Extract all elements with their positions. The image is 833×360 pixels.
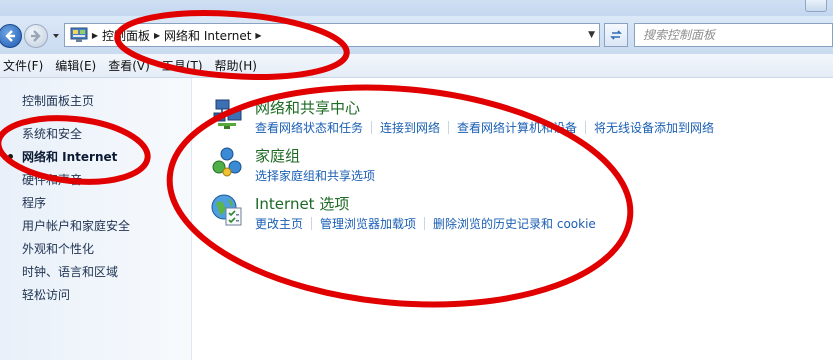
address-bar[interactable]: ▶ 控制面板 ▶ 网络和 Internet ▶ ▼ xyxy=(64,23,600,47)
refresh-button[interactable] xyxy=(604,23,628,47)
sidebar: 控制面板主页 系统和安全 网络和 Internet 硬件和声音 程序 用户帐户和… xyxy=(0,78,192,360)
link-manage-addons[interactable]: 管理浏览器加载项 xyxy=(320,215,416,232)
link-view-network-status[interactable]: 查看网络状态和任务 xyxy=(255,119,363,136)
address-dropdown-icon[interactable]: ▼ xyxy=(588,30,595,40)
link-delete-browsing-history[interactable]: 删除浏览的历史记录和 cookie xyxy=(433,215,596,232)
sidebar-item-network-internet[interactable]: 网络和 Internet xyxy=(22,148,117,165)
back-button[interactable] xyxy=(0,24,22,48)
back-arrow-icon xyxy=(5,30,15,42)
menu-view[interactable]: 查看(V) xyxy=(102,57,156,74)
breadcrumb-separator-icon[interactable]: ▶ xyxy=(150,31,164,40)
homegroup-icon xyxy=(212,147,242,177)
link-change-homepage[interactable]: 更改主页 xyxy=(255,215,303,232)
search-input[interactable] xyxy=(643,28,823,42)
link-divider xyxy=(424,217,426,230)
forward-button[interactable] xyxy=(24,24,48,48)
link-divider xyxy=(371,121,373,134)
link-divider xyxy=(311,217,313,230)
category-title-internet-options[interactable]: Internet 选项 xyxy=(255,193,349,214)
category-links: 查看网络状态和任务 连接到网络 查看网络计算机和设备 将无线设备添加到网络 xyxy=(255,119,714,136)
link-view-network-computers[interactable]: 查看网络计算机和设备 xyxy=(457,119,577,136)
category-title-network-sharing[interactable]: 网络和共享中心 xyxy=(255,97,360,118)
refresh-icon xyxy=(610,30,622,40)
navigation-bar: ▶ 控制面板 ▶ 网络和 Internet ▶ ▼ xyxy=(0,16,833,54)
category-title-homegroup[interactable]: 家庭组 xyxy=(255,145,300,166)
sidebar-item-appearance[interactable]: 外观和个性化 xyxy=(22,240,94,257)
menu-help[interactable]: 帮助(H) xyxy=(209,57,263,74)
menu-file[interactable]: 文件(F) xyxy=(0,57,49,74)
link-connect-to-network[interactable]: 连接到网络 xyxy=(380,119,440,136)
active-bullet-icon xyxy=(8,154,13,159)
sidebar-item-clock-language-region[interactable]: 时钟、语言和区域 xyxy=(22,263,118,280)
network-sharing-center-icon xyxy=(213,99,242,129)
sidebar-item-programs[interactable]: 程序 xyxy=(22,194,46,211)
link-add-wireless-device[interactable]: 将无线设备添加到网络 xyxy=(594,119,714,136)
link-divider xyxy=(448,121,450,134)
search-box[interactable] xyxy=(634,23,833,47)
category-links: 选择家庭组和共享选项 xyxy=(255,167,375,184)
menu-tools[interactable]: 工具(T) xyxy=(156,57,209,74)
sidebar-item-system-security[interactable]: 系统和安全 xyxy=(22,125,82,142)
sidebar-item-user-accounts[interactable]: 用户帐户和家庭安全 xyxy=(22,217,130,234)
breadcrumb-separator-icon[interactable]: ▶ xyxy=(88,31,102,40)
close-button[interactable] xyxy=(805,0,827,12)
link-divider xyxy=(585,121,587,134)
breadcrumb-network-internet[interactable]: 网络和 Internet xyxy=(164,27,251,44)
forward-arrow-icon xyxy=(31,30,41,42)
window-title-strip xyxy=(0,0,833,16)
breadcrumb-separator-icon[interactable]: ▶ xyxy=(251,31,265,40)
breadcrumb-control-panel[interactable]: 控制面板 xyxy=(102,27,150,44)
link-homegroup-options[interactable]: 选择家庭组和共享选项 xyxy=(255,167,375,184)
control-panel-icon xyxy=(70,27,88,42)
menu-bar: 文件(F) 编辑(E) 查看(V) 工具(T) 帮助(H) xyxy=(0,54,833,78)
category-links: 更改主页 管理浏览器加载项 删除浏览的历史记录和 cookie xyxy=(255,215,596,232)
sidebar-item-ease-of-access[interactable]: 轻松访问 xyxy=(22,286,70,303)
recent-pages-dropdown-icon[interactable] xyxy=(51,31,61,41)
menu-edit[interactable]: 编辑(E) xyxy=(49,57,102,74)
sidebar-item-hardware-sound[interactable]: 硬件和声音 xyxy=(22,171,82,188)
sidebar-item-control-panel-home[interactable]: 控制面板主页 xyxy=(22,92,94,109)
internet-options-icon xyxy=(211,194,242,226)
